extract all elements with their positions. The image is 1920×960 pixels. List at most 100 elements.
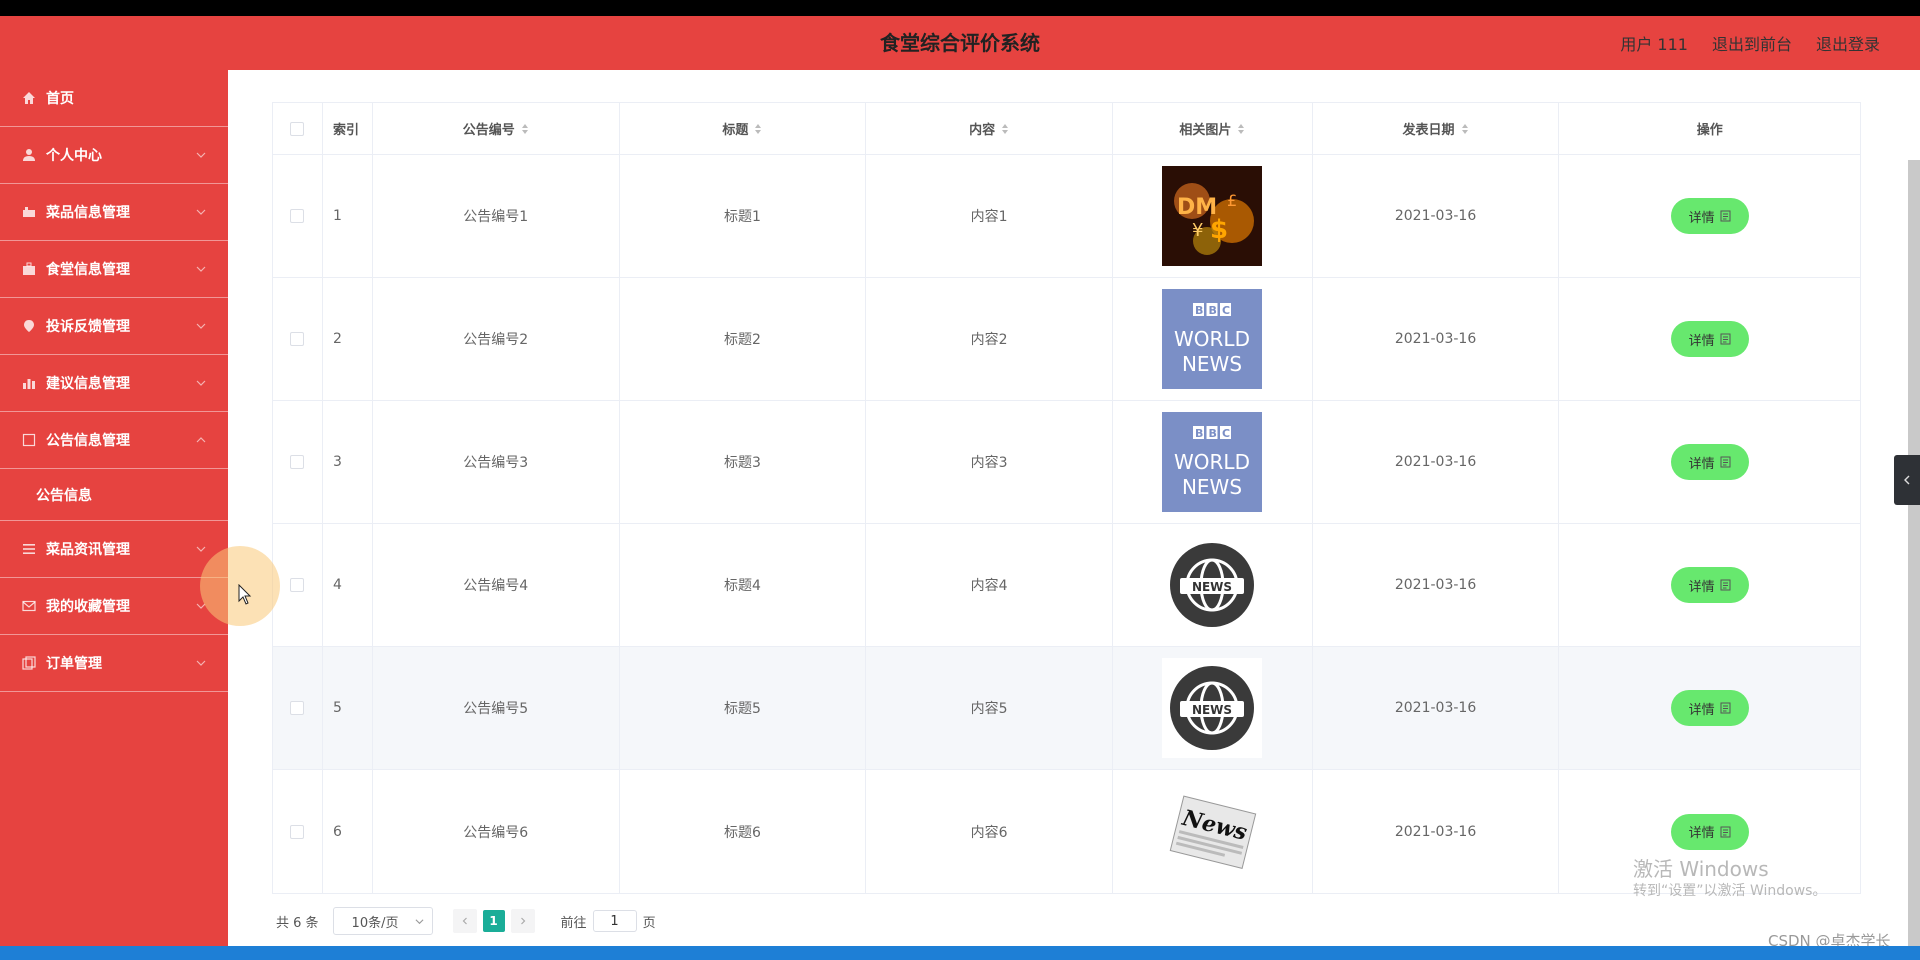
header-select-all <box>273 103 323 154</box>
row-checkbox[interactable] <box>290 701 305 715</box>
location-icon <box>22 319 36 333</box>
detail-button[interactable]: 详情 <box>1670 567 1749 603</box>
row-select-cell <box>273 770 323 893</box>
row-op-cell: 详情 <box>1559 401 1860 523</box>
side-collapse-tab[interactable] <box>1894 455 1920 505</box>
detail-button[interactable]: 详情 <box>1670 813 1749 850</box>
row-date: 2021-03-16 <box>1313 647 1560 769</box>
app-root: 食堂综合评价系统 用户 111 退出到前台 退出登录 首页 个人中心 菜品信息管… <box>0 0 1920 960</box>
sidebar-item-dish[interactable]: 菜品信息管理 <box>0 184 228 241</box>
document-icon <box>1720 579 1731 591</box>
row-title: 标题1 <box>620 155 867 277</box>
user-name-link[interactable]: 用户 111 <box>1620 31 1688 55</box>
page-size-select[interactable]: 10条/页 <box>332 907 433 935</box>
page-number-button[interactable]: 1 <box>482 910 505 932</box>
row-checkbox[interactable] <box>290 578 305 592</box>
row-image-cell: B B C WORLD NEWS <box>1113 401 1313 523</box>
page-size-label: 10条/页 <box>351 915 399 931</box>
globe-news-image[interactable]: NEWS <box>1162 535 1263 635</box>
detail-button[interactable]: 详情 <box>1670 321 1749 357</box>
row-number: 公告编号2 <box>373 278 620 400</box>
svg-text:¥: ¥ <box>1192 220 1203 241</box>
pagination: 共 6 条 10条/页 1 前往 1 页 <box>276 906 656 936</box>
sidebar-item-suggestion[interactable]: 建议信息管理 <box>0 355 228 412</box>
row-title: 标题4 <box>620 524 867 646</box>
row-checkbox[interactable] <box>290 824 305 839</box>
row-image-cell: NEWS <box>1113 647 1313 769</box>
sidebar-item-orders[interactable]: 订单管理 <box>0 635 228 692</box>
chart-icon <box>22 376 36 390</box>
header-image[interactable]: 相关图片 <box>1113 103 1313 154</box>
header-content-label: 内容 <box>969 123 996 138</box>
svg-text:$: $ <box>1210 215 1228 245</box>
row-checkbox[interactable] <box>290 332 305 346</box>
sidebar-item-label: 首页 <box>46 91 74 107</box>
detail-label: 详情 <box>1688 456 1715 472</box>
sidebar-item-label: 公告信息管理 <box>46 433 130 449</box>
prev-page-button[interactable] <box>452 909 477 933</box>
sidebar-item-notice[interactable]: 公告信息管理 <box>0 412 228 469</box>
header-date[interactable]: 发表日期 <box>1313 103 1560 154</box>
row-select-cell <box>273 401 323 523</box>
row-checkbox[interactable] <box>290 209 305 223</box>
table-row: 1 公告编号1 标题1 内容1 DM $ ¥ £2021-03-16 详情 <box>273 155 1860 278</box>
header: 食堂综合评价系统 用户 111 退出到前台 退出登录 <box>0 16 1920 70</box>
header-content[interactable]: 内容 <box>866 103 1113 154</box>
table-row: 2 公告编号2 标题2 内容2 B B C WORLD NEWS 2021-03-16 详情 <box>273 278 1860 401</box>
row-select-cell <box>273 524 323 646</box>
chevron-down-icon <box>196 660 206 666</box>
next-page-button[interactable] <box>510 909 535 933</box>
detail-button[interactable]: 详情 <box>1670 198 1749 234</box>
row-select-cell <box>273 278 323 400</box>
document-icon <box>1720 702 1731 714</box>
sidebar-item-label: 个人中心 <box>46 148 102 164</box>
header-number[interactable]: 公告编号 <box>373 103 620 154</box>
row-date: 2021-03-16 <box>1313 524 1560 646</box>
sidebar-item-dish-news[interactable]: 菜品资讯管理 <box>0 521 228 578</box>
newspaper-image[interactable]: News <box>1162 781 1263 882</box>
goto-page-input[interactable]: 1 <box>592 910 637 932</box>
main-content: 索引 公告编号 标题 内容 相关图片 发表日期 操作 1 公告编号1 标题1 内容1 D… <box>228 70 1920 946</box>
globe-news-image[interactable]: NEWS <box>1162 658 1263 758</box>
chevron-left-icon <box>1904 475 1910 485</box>
row-date: 2021-03-16 <box>1313 155 1560 277</box>
money-image[interactable]: DM $ ¥ £ <box>1162 166 1263 266</box>
row-number: 公告编号4 <box>373 524 620 646</box>
page-scrollbar[interactable] <box>1908 160 1920 946</box>
sidebar-item-canteen[interactable]: 食堂信息管理 <box>0 241 228 298</box>
row-checkbox[interactable] <box>290 455 305 469</box>
svg-text:B: B <box>1209 427 1217 440</box>
sidebar-item-personal[interactable]: 个人中心 <box>0 127 228 184</box>
sort-icon <box>1461 123 1468 134</box>
sidebar-item-favorites[interactable]: 我的收藏管理 <box>0 578 228 635</box>
sidebar-item-complaint[interactable]: 投诉反馈管理 <box>0 298 228 355</box>
chevron-down-icon <box>196 209 206 215</box>
chevron-left-icon <box>462 917 467 925</box>
row-title: 标题5 <box>620 647 867 769</box>
sidebar-subitem-notice-info[interactable]: 公告信息 <box>0 469 228 521</box>
header-title[interactable]: 标题 <box>620 103 867 154</box>
chevron-down-icon <box>196 546 206 552</box>
logout-link[interactable]: 退出登录 <box>1816 31 1880 55</box>
document-icon <box>1720 333 1731 345</box>
notice-table: 索引 公告编号 标题 内容 相关图片 发表日期 操作 1 公告编号1 标题1 内容1 D… <box>272 102 1861 894</box>
chevron-down-icon <box>196 323 206 329</box>
back-to-front-link[interactable]: 退出到前台 <box>1712 31 1792 55</box>
row-content: 内容3 <box>866 401 1113 523</box>
sidebar-item-label: 食堂信息管理 <box>46 262 130 278</box>
detail-label: 详情 <box>1688 210 1715 226</box>
row-op-cell: 详情 <box>1559 155 1860 277</box>
row-title: 标题6 <box>620 770 867 893</box>
row-index: 2 <box>323 278 373 400</box>
row-title: 标题3 <box>620 401 867 523</box>
detail-button[interactable]: 详情 <box>1670 690 1749 726</box>
bbc-image[interactable]: B B C WORLD NEWS <box>1162 412 1263 512</box>
home-icon <box>22 91 36 105</box>
chevron-down-icon <box>415 919 424 925</box>
bbc-image[interactable]: B B C WORLD NEWS <box>1162 289 1263 389</box>
sidebar-item-home[interactable]: 首页 <box>0 70 228 127</box>
select-all-checkbox[interactable] <box>290 121 305 136</box>
sidebar-item-label: 我的收藏管理 <box>46 599 130 615</box>
detail-button[interactable]: 详情 <box>1670 444 1749 480</box>
row-content: 内容5 <box>866 647 1113 769</box>
